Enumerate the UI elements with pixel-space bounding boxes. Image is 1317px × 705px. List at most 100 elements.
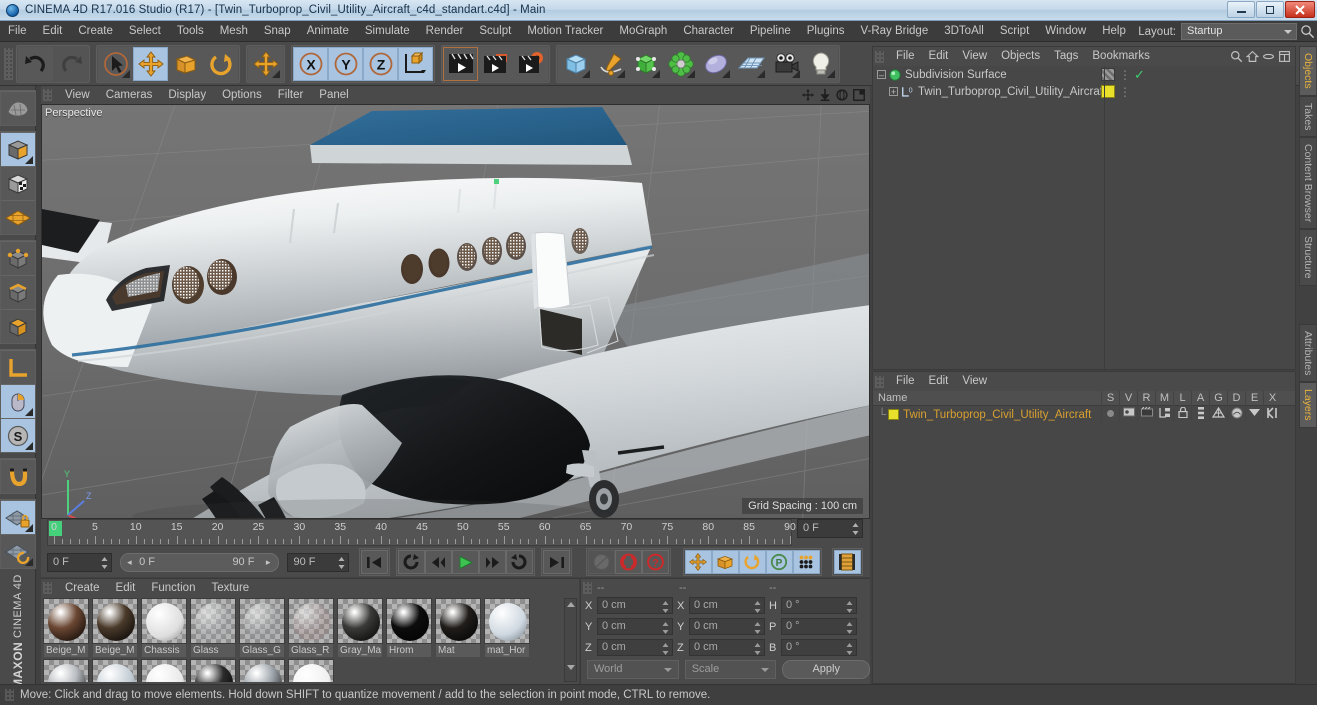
object-menu-view[interactable]: View — [955, 47, 994, 66]
menu-snap[interactable]: Snap — [256, 21, 299, 42]
layer-col-e[interactable]: E — [1245, 390, 1263, 406]
layer-toggle-generator[interactable] — [1209, 406, 1227, 422]
viewport-menu-view[interactable]: View — [57, 86, 98, 104]
toolbar-grip-handle[interactable] — [4, 47, 13, 80]
menu-tools[interactable]: Tools — [169, 21, 212, 42]
material-menu-function[interactable]: Function — [143, 579, 203, 597]
timeline-window-button[interactable] — [833, 550, 861, 574]
layer-toggle-solo[interactable] — [1101, 407, 1119, 422]
layout-dropdown[interactable]: Startup — [1181, 23, 1297, 40]
layer-toggle-lock[interactable] — [1173, 406, 1191, 422]
layer-toggle-render[interactable] — [1137, 406, 1155, 422]
menu-animate[interactable]: Animate — [299, 21, 357, 42]
menu-script[interactable]: Script — [992, 21, 1037, 42]
menu-edit[interactable]: Edit — [35, 21, 71, 42]
material-swatch[interactable] — [141, 659, 189, 682]
maximize-button[interactable] — [1256, 1, 1284, 18]
menu-plugins[interactable]: Plugins — [799, 21, 853, 42]
layer-col-s[interactable]: S — [1101, 390, 1119, 406]
range-right-arrow-icon[interactable]: ▸ — [266, 554, 271, 571]
layer-col-v[interactable]: V — [1119, 390, 1137, 406]
viewport-menu-panel[interactable]: Panel — [311, 86, 356, 104]
spinner-icon[interactable] — [662, 643, 669, 655]
viewport-menu-filter[interactable]: Filter — [270, 86, 312, 104]
enable-snapping-button[interactable]: S — [0, 418, 35, 452]
redo-button[interactable] — [53, 46, 88, 81]
material-swatch[interactable] — [288, 659, 336, 682]
tab-content-browser[interactable]: Content Browser — [1299, 137, 1316, 230]
viewport-menu-cameras[interactable]: Cameras — [98, 86, 161, 104]
tab-attributes[interactable]: Attributes — [1299, 323, 1316, 383]
rotate-tool[interactable] — [203, 46, 238, 81]
scroll-down-icon[interactable] — [566, 665, 575, 670]
object-menu-objects[interactable]: Objects — [994, 47, 1047, 66]
layer-toggle-expression[interactable] — [1245, 407, 1263, 422]
material-manager-grip-handle[interactable] — [43, 582, 52, 594]
play-backwards-loop-button[interactable] — [397, 550, 425, 574]
play-forwards-loop-button[interactable] — [505, 550, 533, 574]
minus-icon[interactable] — [1262, 50, 1275, 63]
maximize-view-icon[interactable] — [852, 88, 866, 102]
points-mode-button[interactable] — [0, 241, 35, 275]
menu-help[interactable]: Help — [1094, 21, 1134, 42]
layer-toggle-deformer[interactable] — [1227, 407, 1245, 422]
render-to-picture-viewer[interactable] — [478, 46, 513, 81]
move-alt-tool[interactable] — [248, 46, 283, 81]
layer-color-swatch[interactable] — [888, 409, 900, 420]
viewport-menu-options[interactable]: Options — [214, 86, 270, 104]
go-to-previous-frame-button[interactable] — [424, 550, 452, 574]
material-swatch[interactable]: Hrom — [386, 598, 434, 658]
material-swatch[interactable]: Glass — [190, 598, 238, 658]
coordinate-system-dropdown[interactable]: World — [587, 660, 679, 679]
object-row-aircraft[interactable]: + 0 Twin_Turboprop_Civil_Utility_Aircraf… — [873, 83, 1295, 100]
material-swatch[interactable] — [239, 659, 287, 682]
rotation-b-field[interactable]: 0 ° — [781, 639, 857, 656]
texture-mode-button[interactable] — [0, 166, 35, 200]
search-icon[interactable] — [1230, 50, 1243, 63]
spinner-icon[interactable] — [662, 601, 669, 613]
layer-col-a[interactable]: A — [1191, 390, 1209, 406]
size-mode-dropdown[interactable]: Scale — [684, 660, 777, 679]
move-tool[interactable] — [133, 46, 168, 81]
material-swatch[interactable]: Glass_G — [239, 598, 287, 658]
autokeying-button[interactable] — [614, 550, 642, 574]
menu-window[interactable]: Window — [1037, 21, 1094, 42]
3d-viewport[interactable]: Y X Z Perspective Grid Spacing : 100 cm — [41, 104, 870, 519]
z-axis-lock[interactable]: Z — [363, 46, 398, 81]
add-floor-scene[interactable] — [733, 46, 768, 81]
edges-mode-button[interactable] — [0, 275, 35, 309]
tab-objects[interactable]: Objects — [1299, 46, 1316, 96]
add-spline-object[interactable] — [593, 46, 628, 81]
viewport-grip-handle[interactable] — [43, 89, 52, 101]
world-object-coordinate-toggle[interactable] — [398, 46, 433, 81]
green-check-tag[interactable]: ✓ — [1134, 67, 1145, 83]
x-axis-lock[interactable]: X — [293, 46, 328, 81]
spinner-icon[interactable] — [662, 622, 669, 634]
object-menu-edit[interactable]: Edit — [922, 47, 956, 66]
tab-structure[interactable]: Structure — [1299, 229, 1316, 286]
render-view-button[interactable] — [443, 46, 478, 81]
fit-icon[interactable] — [1278, 50, 1291, 63]
render-settings-button[interactable] — [513, 46, 548, 81]
add-cube-object[interactable] — [558, 46, 593, 81]
menu-create[interactable]: Create — [70, 21, 121, 42]
layer-toggle-visible[interactable] — [1119, 407, 1137, 422]
keyframe-selection-button[interactable]: ? — [641, 550, 669, 574]
rotation-key-toggle[interactable] — [738, 550, 766, 574]
position-x-field[interactable]: 0 cm — [597, 597, 673, 614]
spinner-icon[interactable] — [101, 556, 108, 569]
undo-button[interactable] — [18, 46, 53, 81]
add-environment[interactable] — [698, 46, 733, 81]
minimize-button[interactable] — [1227, 1, 1255, 18]
layer-menu-view[interactable]: View — [955, 372, 994, 391]
material-scrollbar[interactable] — [564, 598, 577, 682]
layer-manager-grip-handle[interactable] — [875, 375, 884, 388]
lock-workplane-button[interactable] — [0, 500, 35, 534]
material-swatch[interactable]: Mat — [435, 598, 483, 658]
material-swatch[interactable]: Beige_M — [43, 598, 91, 658]
material-swatch[interactable]: Chassis — [141, 598, 189, 658]
preview-end-field[interactable]: 90 F — [287, 552, 349, 572]
spinner-icon[interactable] — [852, 523, 859, 535]
menu-render[interactable]: Render — [418, 21, 472, 42]
point-level-animation-toggle[interactable] — [792, 550, 820, 574]
